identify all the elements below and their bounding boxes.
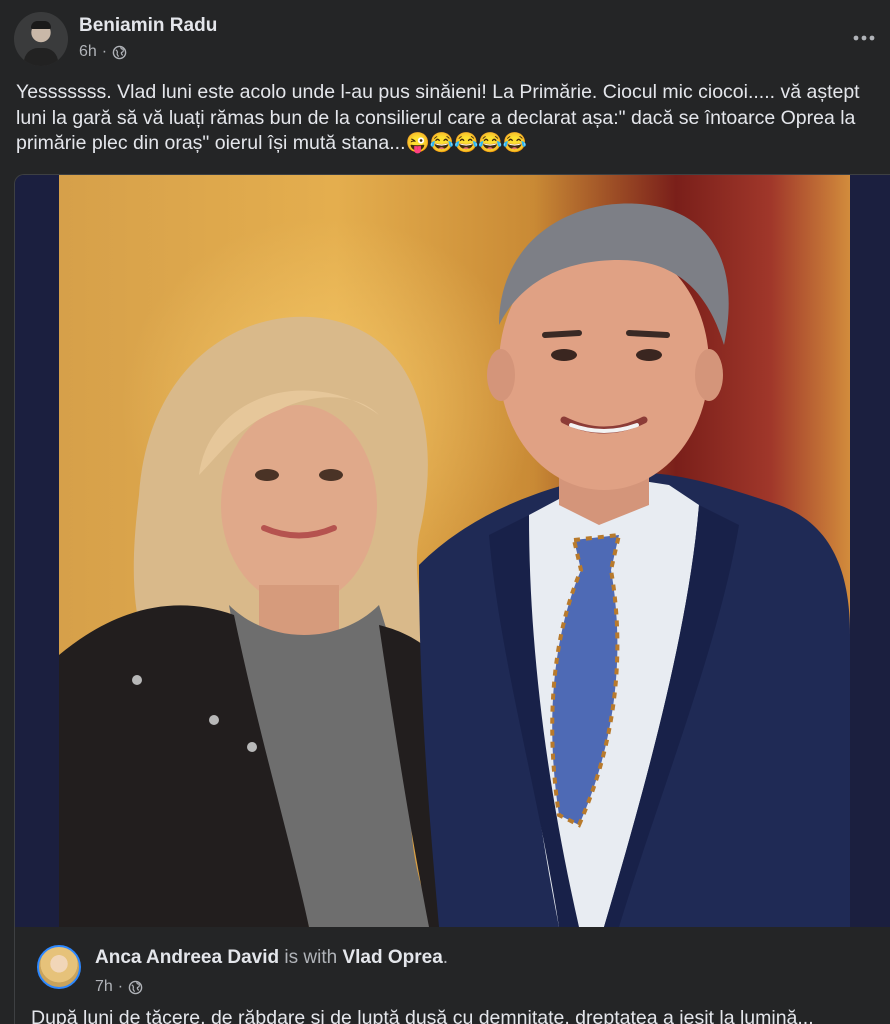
author-avatar[interactable] (14, 12, 68, 66)
post-text: Yesssssss. Vlad luni este acolo unde l-a… (16, 81, 860, 154)
with-text: is with (284, 947, 338, 968)
more-horizontal-icon (853, 35, 875, 41)
meta-separator: · (101, 43, 108, 60)
tagged-person[interactable]: Vlad Oprea (342, 947, 442, 968)
shared-post-text: După luni de tăcere, de răbdare și de lu… (31, 1007, 814, 1024)
shared-author-name[interactable]: Anca Andreea David (95, 947, 279, 968)
globe-icon[interactable] (112, 45, 127, 60)
post-meta: 6h · (79, 43, 127, 61)
photo-content (59, 175, 850, 927)
shared-post-footer: Anca Andreea David is with Vlad Oprea. 7… (15, 927, 890, 1024)
shared-meta: 7h · (95, 978, 143, 996)
more-options-button[interactable] (846, 20, 882, 56)
post-header: Beniamin Radu 6h · (0, 0, 890, 76)
shared-meta-separator: · (117, 978, 124, 995)
shared-period: . (442, 947, 449, 968)
globe-icon[interactable] (128, 980, 143, 995)
post-time[interactable]: 6h (79, 43, 97, 61)
avatar-shirt (24, 48, 58, 66)
shared-author-avatar[interactable] (37, 945, 81, 989)
author-name[interactable]: Beniamin Radu (79, 15, 217, 37)
shared-post-card[interactable]: Anca Andreea David is with Vlad Oprea. 7… (14, 174, 890, 1024)
shared-author-line: Anca Andreea David is with Vlad Oprea. (95, 947, 448, 969)
facebook-post: Beniamin Radu 6h · Yesssssss. Vlad luni … (0, 0, 890, 1024)
photo-people-illustration (59, 203, 850, 927)
shared-time[interactable]: 7h (95, 978, 113, 996)
avatar-hair (31, 21, 51, 29)
shared-photo[interactable] (15, 175, 890, 927)
